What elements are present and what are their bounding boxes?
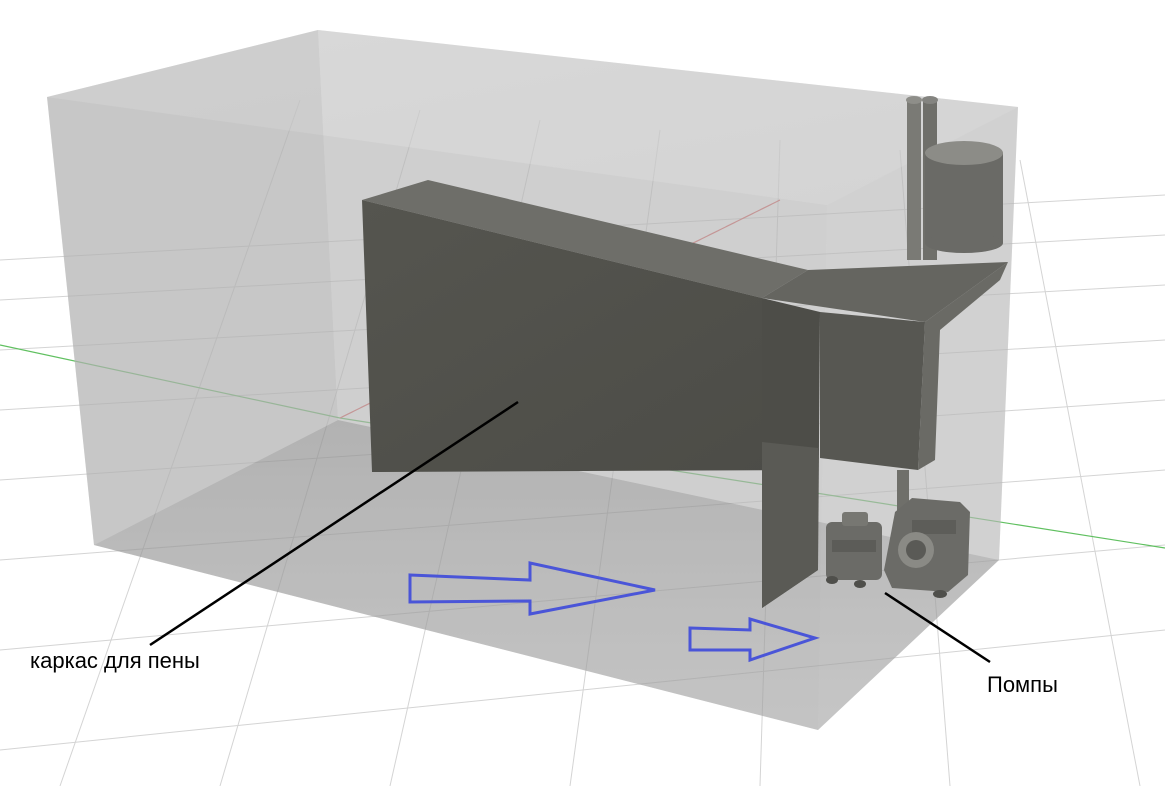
pump-small [826, 512, 882, 588]
canister-body [925, 153, 1003, 243]
pump-large [884, 498, 970, 598]
canister-top [925, 141, 1003, 165]
canister [925, 141, 1003, 253]
canister-bottom [925, 233, 1003, 253]
pipe-2-cap [922, 96, 938, 104]
pipe-1 [907, 98, 921, 260]
frame-label: каркас для пены [30, 648, 200, 673]
pipe-1-cap [906, 96, 922, 104]
pumps-label: Помпы [987, 672, 1058, 697]
shelf-front [820, 312, 925, 470]
